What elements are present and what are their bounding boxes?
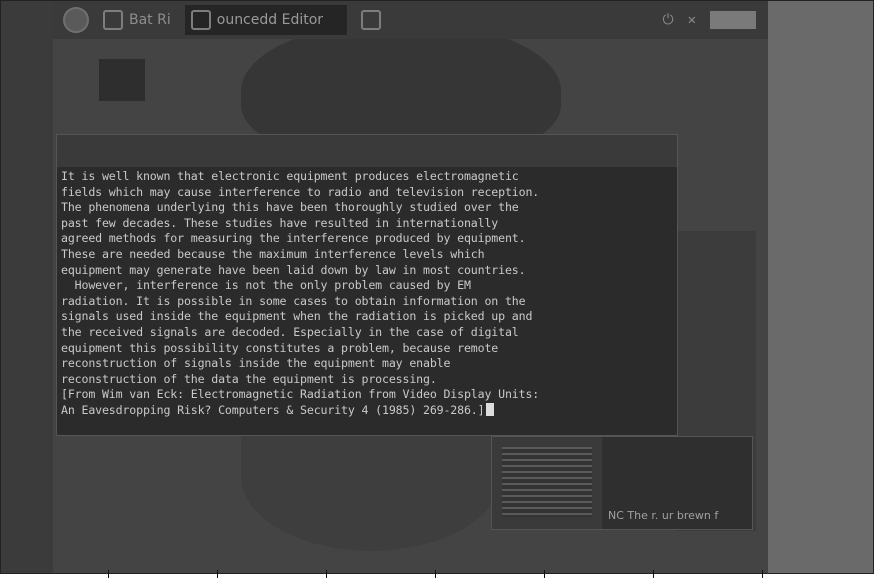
background-window-status: NC The r. ur brewn f — [608, 509, 719, 522]
menu-icon[interactable] — [63, 7, 89, 33]
text-editor-window[interactable]: It is well known that electronic equipme… — [56, 134, 678, 436]
photo-frame: Bat Ri ouncedd Editor ⏻ ✕ NC The r. ur b… — [0, 0, 874, 574]
editor-line: These are needed because the maximum int… — [61, 246, 485, 261]
editor-line: signals used inside the equipment when t… — [61, 309, 533, 324]
editor-line: past few decades. These studies have res… — [61, 215, 499, 230]
left-bezel — [1, 1, 53, 573]
editor-titlebar[interactable] — [57, 135, 677, 167]
background-window[interactable]: NC The r. ur brewn f — [491, 436, 753, 530]
axis-tick — [762, 570, 763, 578]
axis-tick — [108, 570, 109, 578]
taskbar: Bat Ri ouncedd Editor ⏻ ✕ — [53, 1, 768, 39]
taskbar-item-label: ouncedd Editor — [216, 12, 324, 28]
editor-line: fields which may cause interference to r… — [61, 184, 540, 199]
editor-line-last: An Eavesdropping Risk? Computers & Secur… — [61, 402, 673, 419]
editor-line: equipment may generate have been laid do… — [61, 262, 526, 277]
text-cursor — [486, 402, 495, 416]
taskbar-item-editor[interactable]: ouncedd Editor — [184, 5, 347, 35]
taskbar-tray: ⏻ ✕ — [662, 11, 768, 29]
power-icon[interactable]: ⏻ — [662, 12, 673, 28]
background-window-sidebar — [492, 437, 602, 529]
editor-line: agreed methods for measuring the interfe… — [61, 231, 526, 246]
tools-icon — [360, 10, 381, 30]
desktop-icon[interactable] — [99, 59, 145, 101]
right-bezel — [768, 1, 873, 573]
taskbar-item-label: Bat Ri — [129, 12, 171, 28]
editor-line: reconstruction of the data the equipment… — [61, 371, 437, 386]
editor-icon — [190, 10, 211, 30]
axis-tick — [653, 570, 654, 578]
editor-line: reconstruction of signals inside the equ… — [61, 356, 451, 371]
editor-line: The phenomena underlying this have been … — [61, 200, 519, 215]
editor-line: It is well known that electronic equipme… — [61, 169, 519, 183]
editor-text-area[interactable]: It is well known that electronic equipme… — [57, 167, 677, 421]
editor-line: radiation. It is possible in some cases … — [61, 293, 526, 308]
taskbar-item-browser[interactable]: Bat Ri — [97, 5, 177, 35]
axis-tick — [217, 570, 218, 578]
axis-tick — [435, 570, 436, 578]
globe-icon — [103, 10, 123, 30]
editor-line: the received signals are decoded. Especi… — [61, 324, 519, 339]
background-window-lines — [502, 447, 592, 517]
axis-tick — [544, 570, 545, 578]
close-icon[interactable]: ✕ — [688, 12, 696, 28]
taskbar-item-tools[interactable] — [355, 5, 393, 35]
editor-line: [From Wim van Eck: Electromagnetic Radia… — [61, 387, 540, 402]
editor-line: However, interference is not the only pr… — [61, 278, 471, 293]
tray-box — [710, 11, 756, 29]
editor-line-text: An Eavesdropping Risk? Computers & Secur… — [61, 402, 485, 417]
editor-line: equipment this possibility constitutes a… — [61, 340, 499, 355]
axis-tick — [326, 570, 327, 578]
